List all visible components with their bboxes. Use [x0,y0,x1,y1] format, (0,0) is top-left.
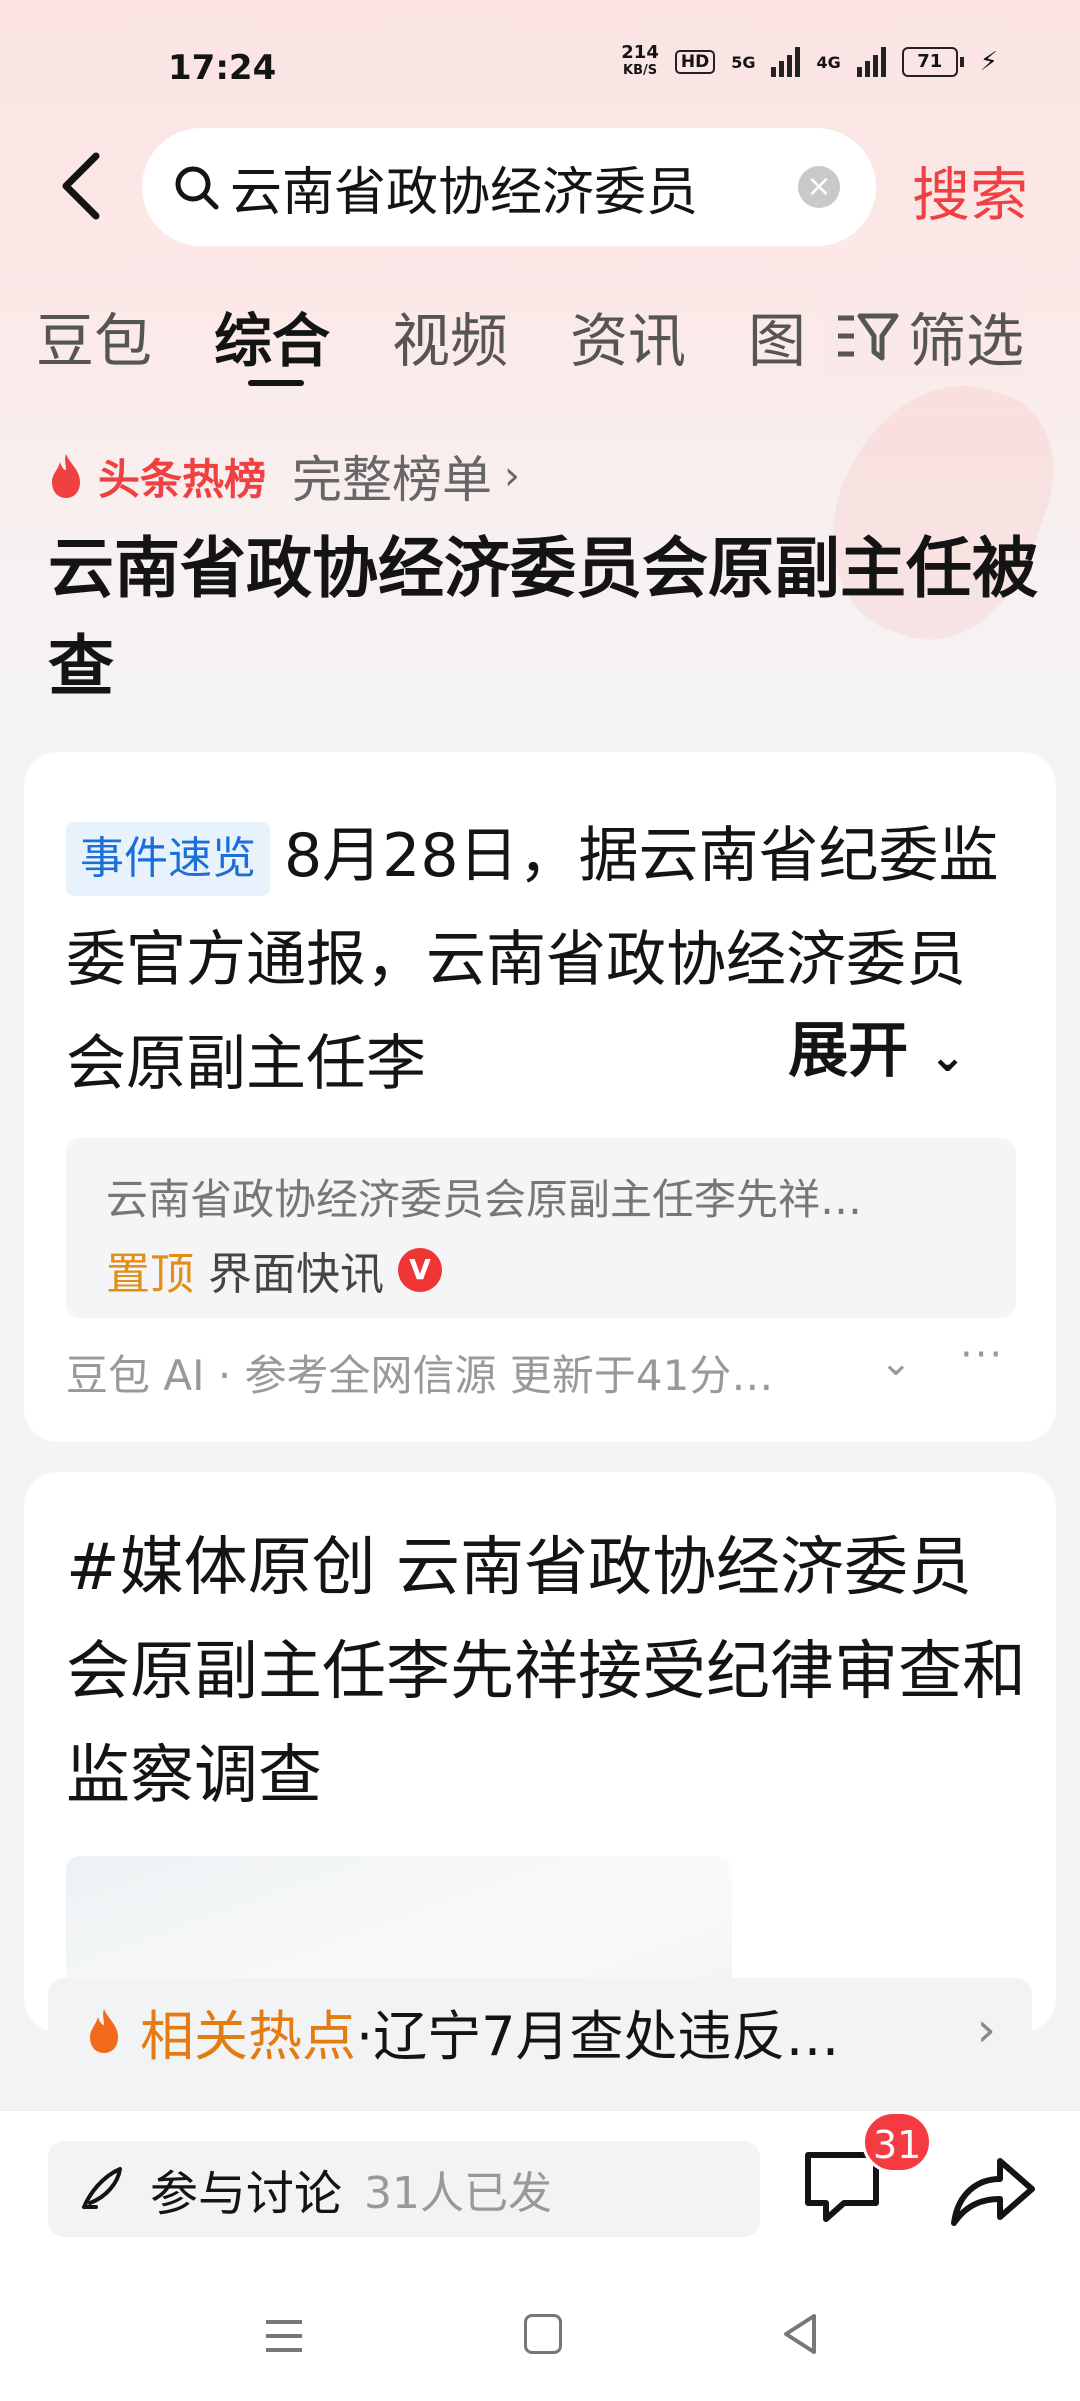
hot-list-label: 头条热榜 [98,454,267,504]
back-icon[interactable] [56,150,104,222]
status-bar: 17:24 214 KB/S HD 5G 4G 71 ⚡ [0,0,1080,130]
related-text: ·辽宁7月查处违反… [356,2004,840,2068]
tab-video[interactable]: 视频 [392,294,508,378]
back-triangle-icon[interactable] [780,2312,820,2356]
charging-icon: ⚡ [979,47,998,77]
source-item[interactable]: 云南省政协经济委员会原副主任李先祥… 置顶 界面快讯 V [66,1138,1016,1318]
publisher-name: 界面快讯 [208,1249,384,1300]
menu-icon[interactable] [262,2316,306,2356]
source-meta: 置顶 界面快讯 V [106,1238,442,1302]
signal-icon [771,47,801,77]
net-4g-label: 4G [816,52,841,72]
discuss-input[interactable]: 参与讨论 31人已发 [48,2141,760,2237]
search-bar: 云南省政协经济委员 × 搜索 [0,128,1080,248]
tab-images[interactable]: 图 [748,294,806,378]
expand-label: 展开 [788,1016,909,1086]
verified-icon: V [398,1248,442,1292]
pen-icon [82,2167,122,2209]
related-label: 相关热点 [140,2004,356,2068]
more-icon[interactable]: ··· [960,1332,1004,1378]
chevron-right-icon: › [504,453,521,499]
share-icon[interactable] [948,2147,1038,2231]
search-icon [175,166,219,210]
home-icon[interactable] [524,2314,562,2354]
battery-icon: 71 [901,47,964,77]
ai-source-footer: 豆包 AI · 参考全网信源 更新于41分… [66,1351,774,1400]
search-input[interactable]: 云南省政协经济委员 × [142,128,876,246]
net-speed: 214 KB/S [621,42,659,79]
clear-icon[interactable]: × [798,166,840,208]
system-navigation-bar [0,2270,1080,2400]
filter-icon [838,313,899,361]
signal-icon-2 [856,47,886,77]
tab-all[interactable]: 综合 [214,294,330,378]
status-icons: 214 KB/S HD 5G 4G 71 ⚡ [621,44,998,80]
flame-icon [52,454,80,498]
expand-button[interactable]: 展开 ⌄ [738,1002,966,1089]
result-tabs: 豆包 综合 视频 资讯 图 筛选 [0,280,1080,390]
pin-label: 置顶 [106,1249,194,1300]
chevron-down-icon[interactable]: ⌄ [880,1340,912,1384]
hd-icon: HD [674,50,716,74]
search-button[interactable]: 搜索 [912,148,1028,232]
net-5g-label: 5G [731,52,756,72]
discuss-label: 参与讨论 [150,2166,343,2222]
chevron-down-icon: ⌄ [929,1031,966,1082]
comment-count-badge: 31 [862,2111,933,2173]
event-summary-card: 事件速览 8月28日，据云南省纪委监委官方通报，云南省政协经济委员会原副主任李 展… [24,752,1056,1442]
tab-doubao[interactable]: 豆包 [36,294,152,378]
discuss-count: 31人已发 [364,2168,553,2219]
hot-list-header: 头条热榜 完整榜单 › [46,440,520,512]
tab-news[interactable]: 资讯 [570,294,686,378]
hot-headline[interactable]: 云南省政协经济委员会原副主任被查 [48,520,1038,716]
flame-icon [90,2009,118,2053]
filter-button[interactable]: 筛选 [820,294,1025,378]
tab-active-indicator [248,380,304,386]
source-title: 云南省政协经济委员会原副主任李先祥… [106,1175,863,1224]
full-rank-link[interactable]: 完整榜单 [292,440,492,512]
article-card[interactable]: #媒体原创 云南省政协经济委员会原副主任李先祥接受纪律审查和监察调查 [24,1472,1056,2032]
filter-label: 筛选 [908,307,1025,375]
article-title: #媒体原创 云南省政协经济委员会原副主任李先祥接受纪律审查和监察调查 [66,1531,1026,1813]
event-tag: 事件速览 [66,822,270,897]
search-query[interactable]: 云南省政协经济委员 [230,150,760,225]
chevron-right-icon: › [976,2002,996,2058]
related-hot-bar[interactable]: 相关热点 ·辽宁7月查处违反… › [48,1978,1032,2084]
status-time: 17:24 [168,48,277,88]
